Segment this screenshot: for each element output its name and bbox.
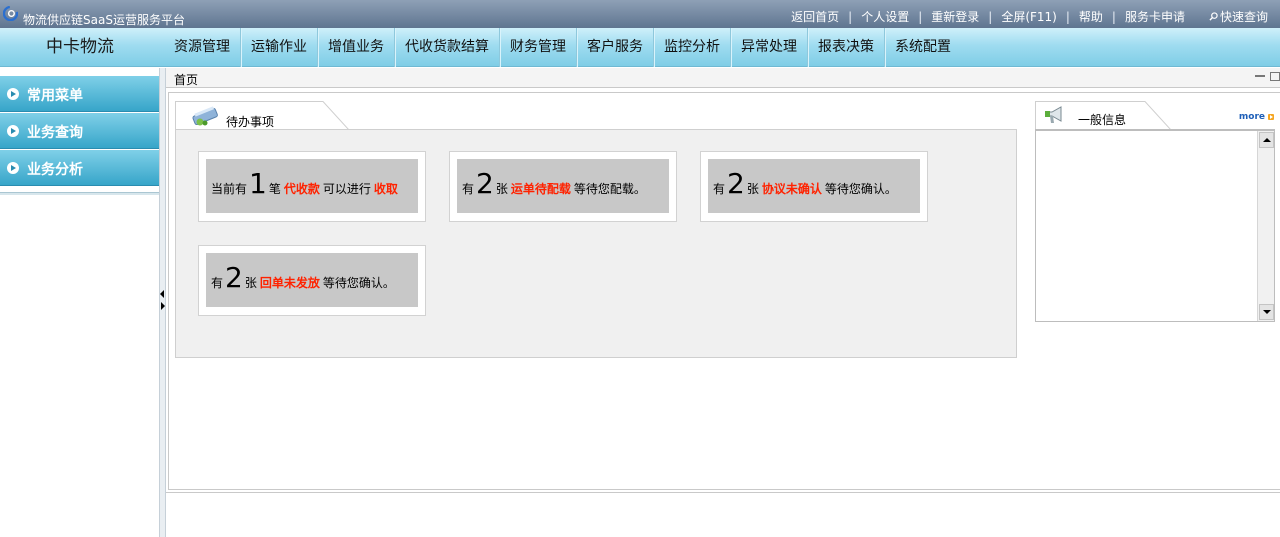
return-home-link[interactable]: 返回首页 [791,8,839,25]
todo-text: 等待您确认。 [824,182,897,196]
info-scrollbar[interactable] [1257,131,1274,321]
app-logo-icon [3,6,18,21]
todo-count: 2 [727,167,745,200]
todo-text: 有 [462,182,475,196]
todo-text: 等待您确认。 [322,276,395,290]
sidebar-item-business-analysis[interactable]: 业务分析 [0,150,159,186]
todo-count: 1 [249,167,267,200]
todo-action-link[interactable]: 收取 [374,180,398,197]
sidebar-item-business-query[interactable]: 业务查询 [0,113,159,149]
content-tab-bar: 首页 [166,68,1280,88]
nav-exception-handling[interactable]: 异常处理 [731,28,808,67]
todo-unit: 张 [746,182,759,196]
separator: | [918,9,923,24]
separator: | [988,9,993,24]
sidebar: 常用菜单 业务查询 业务分析 [0,68,160,537]
todo-text: 可以进行 [322,182,371,196]
nav-cod-settlement[interactable]: 代收货款结算 [395,28,500,67]
help-link[interactable]: 帮助 [1079,8,1103,25]
personal-settings-link[interactable]: 个人设置 [861,8,909,25]
todo-card-receipt[interactable]: 有 2 张 回单未发放 等待您确认。 [198,245,426,316]
todo-text: 当前有 [211,182,248,196]
nav-finance-management[interactable]: 财务管理 [500,28,577,67]
main-nav-bar: 中卡物流 资源管理 运输作业 增值业务 代收货款结算 财务管理 客户服务 监控分… [0,28,1280,67]
nav-system-config[interactable]: 系统配置 [885,28,961,67]
nav-report-decision[interactable]: 报表决策 [808,28,885,67]
todo-card-agreement[interactable]: 有 2 张 协议未确认 等待您确认。 [700,151,928,222]
info-panel: 一般信息 more [1035,100,1280,322]
todo-text: 有 [713,182,726,196]
more-label: more [1238,112,1265,122]
arrow-bullet-icon [7,162,19,174]
todo-card-waybill[interactable]: 有 2 张 运单待配载 等待您配载。 [449,151,677,222]
content-bottom-panel [166,492,1280,537]
sidebar-divider [0,192,159,195]
quick-search-link[interactable]: 快速查询 [1209,8,1268,25]
nav-customer-service[interactable]: 客户服务 [577,28,654,67]
minimize-icon[interactable] [1255,72,1265,77]
arrow-bullet-icon [7,125,19,137]
todo-highlight[interactable]: 协议未确认 [762,180,822,197]
todo-count: 2 [476,167,494,200]
todo-count: 2 [225,261,243,294]
nav-value-added-service[interactable]: 增值业务 [318,28,395,67]
search-icon [1209,12,1218,21]
info-tab[interactable]: 一般信息 [1035,100,1175,130]
todo-unit: 张 [244,276,257,290]
todo-body: 当前有 1 笔 代收款 可以进行 收取 有 2 张 运单待配载 等待您配载。 有… [175,129,1017,358]
todo-highlight[interactable]: 回单未发放 [260,274,320,291]
maximize-icon[interactable] [1270,72,1280,81]
todo-highlight[interactable]: 运单待配载 [511,180,571,197]
nav-menu: 资源管理 运输作业 增值业务 代收货款结算 财务管理 客户服务 监控分析 异常处… [164,28,961,67]
info-title: 一般信息 [1078,113,1127,127]
todo-unit: 张 [495,182,508,196]
more-link[interactable]: more [1239,112,1274,122]
quick-search-label: 快速查询 [1219,10,1268,24]
todo-title: 待办事项 [226,115,275,129]
todo-text: 等待您配载。 [573,182,646,196]
nav-resource-management[interactable]: 资源管理 [164,28,241,67]
top-links: 返回首页 | 个人设置 | 重新登录 | 全屏(F11) | 帮助 | 服务卡申… [791,8,1268,25]
sidebar-splitter[interactable] [159,68,166,537]
separator: | [1065,9,1070,24]
nav-monitoring-analysis[interactable]: 监控分析 [654,28,731,67]
fullscreen-link[interactable]: 全屏(F11) [1001,8,1057,25]
todo-highlight: 代收款 [283,182,320,196]
arrow-bullet-icon [7,88,19,100]
more-arrow-icon [1268,114,1274,120]
separator: | [848,9,853,24]
tab-home[interactable]: 首页 [174,71,198,88]
sidebar-item-label: 业务查询 [27,125,83,141]
collapse-toggle-icon[interactable] [160,290,165,312]
todo-card-cod[interactable]: 当前有 1 笔 代收款 可以进行 收取 [198,151,426,222]
scroll-up-icon[interactable] [1259,132,1274,148]
service-card-link[interactable]: 服务卡申请 [1125,8,1185,25]
title-bar: 物流供应链SaaS运营服务平台 返回首页 | 个人设置 | 重新登录 | 全屏(… [0,0,1280,28]
todo-tab[interactable]: 待办事项 [175,100,350,130]
todo-panel: 待办事项 当前有 1 笔 代收款 可以进行 收取 有 2 张 运单待配载 等待您… [175,100,1017,358]
sidebar-item-label: 业务分析 [27,162,83,178]
megaphone-icon [1045,106,1062,123]
info-list [1035,129,1275,322]
brand-name: 中卡物流 [46,37,114,57]
todo-icon [192,106,218,126]
nav-transport-operation[interactable]: 运输作业 [241,28,318,67]
todo-text: 有 [211,276,224,290]
sidebar-item-label: 常用菜单 [27,88,83,104]
scroll-down-icon[interactable] [1259,304,1274,320]
sidebar-item-common-menu[interactable]: 常用菜单 [0,76,159,112]
todo-unit: 笔 [268,182,281,196]
window-controls [1250,72,1280,81]
relogin-link[interactable]: 重新登录 [931,8,979,25]
separator: | [1111,9,1116,24]
app-title: 物流供应链SaaS运营服务平台 [23,13,185,27]
